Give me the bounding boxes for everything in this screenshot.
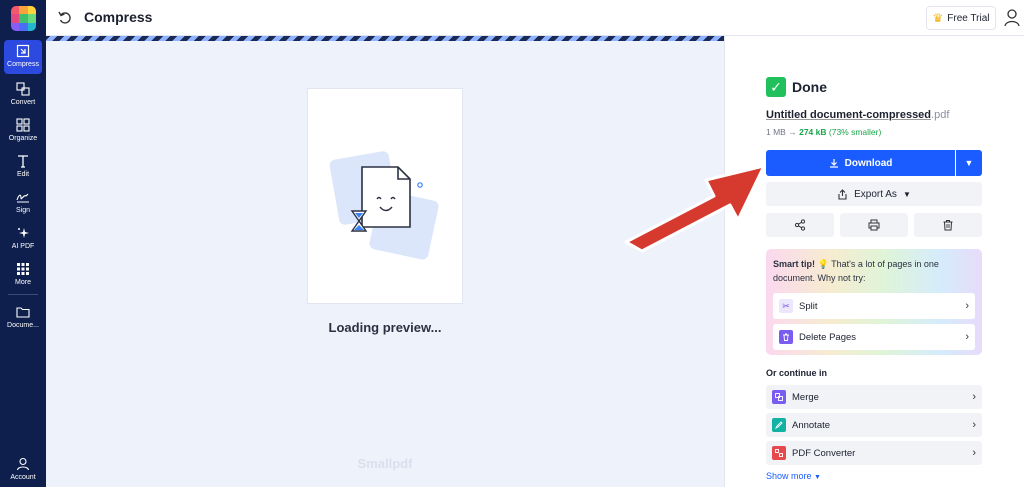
merge-label: Merge [792,391,819,403]
size-after: 274 kB [799,127,827,137]
scissors-icon: ✂ [779,299,793,313]
delete-pages-icon [779,330,793,344]
sidebar-item-label: Edit [16,171,30,178]
sidebar-item-label: More [15,279,31,286]
page-title: Compress [84,9,153,25]
pdf-converter-label: PDF Converter [792,447,856,459]
trash-icon [943,220,953,231]
share-export-icon [838,188,847,200]
result-panel: ✓ Done Untitled document-compressed.pdf … [724,36,1024,487]
compress-icon [16,44,30,58]
sidebar-item-label: AI PDF [11,243,35,250]
annotate-button[interactable]: Annotate › [766,413,982,437]
annotate-icon [772,418,786,432]
sign-icon [16,193,29,203]
share-button[interactable] [766,213,834,237]
sidebar-item-convert[interactable]: Convert [4,78,42,112]
sidebar-item-label: Docume... [7,322,39,329]
delete-pages-button[interactable]: Delete Pages › [773,324,975,350]
user-icon[interactable] [1002,7,1022,29]
file-size-summary: 1 MB → 274 kB (73% smaller) [766,127,881,137]
smart-tip-text: Smart tip! 💡 That's a lot of pages in on… [773,257,978,285]
download-icon [829,159,838,168]
convert-icon [16,82,30,96]
chevron-right-icon: › [972,447,976,459]
organize-icon [16,118,30,132]
caret-down-icon: ▼ [814,474,821,481]
chevron-right-icon: › [965,300,969,312]
file-name-text: Untitled document-compressed [766,109,932,121]
loading-document-illustration [329,151,439,260]
split-label: Split [799,300,818,312]
lightbulb-icon: 💡 [817,259,829,269]
app-logo[interactable] [11,6,36,31]
chevron-right-icon: › [965,331,969,343]
free-trial-button[interactable]: ♛ Free Trial [926,6,996,30]
split-button[interactable]: ✂ Split › [773,293,975,319]
smart-tip-box: Smart tip! 💡 That's a lot of pages in on… [766,249,982,355]
crown-icon: ♛ [932,11,944,25]
sidebar-item-compress[interactable]: Compress [4,40,42,74]
pdf-converter-button[interactable]: PDF Converter › [766,441,982,465]
merge-icon [772,390,786,404]
pdf-converter-icon [772,446,786,460]
check-icon: ✓ [766,77,786,97]
arrow-right-icon: → [788,127,797,137]
folder-icon [16,307,30,318]
export-as-button[interactable]: Export As ▼ [766,182,982,206]
watermark-logo: Smallpdf [357,456,413,471]
merge-button[interactable]: Merge › [766,385,982,409]
chevron-down-icon: ▼ [964,158,974,168]
sidebar-item-documents[interactable]: Docume... [4,301,42,335]
annotation-arrow [624,164,766,253]
sidebar-item-sign[interactable]: Sign [4,186,42,220]
undo-icon[interactable] [56,9,74,27]
sidebar-item-label: Account [10,474,36,481]
sidebar-item-label: Organize [8,135,38,142]
share-icon [794,219,806,231]
delete-button[interactable] [914,213,982,237]
loading-preview-text: Loading preview... [328,320,442,335]
sparkle-icon [18,228,29,238]
sidebar-item-account[interactable]: Account [4,453,42,487]
top-bar: Compress ♛ Free Trial [46,0,1024,36]
sidebar-item-label: Sign [15,207,30,214]
chevron-right-icon: › [972,391,976,403]
size-before: 1 MB [766,127,786,137]
progress-stripe [46,36,724,41]
grid-icon [17,263,29,275]
status-text: Done [792,79,827,95]
show-more-label: Show more [766,471,812,481]
sidebar: Compress Convert Organize Edit Sign AI P… [0,0,46,487]
edit-icon [18,155,28,168]
file-name[interactable]: Untitled document-compressed.pdf [766,109,949,121]
free-trial-label: Free Trial [947,12,990,24]
user-icon [16,457,30,471]
print-button[interactable] [840,213,908,237]
sidebar-divider [8,294,38,295]
chevron-right-icon: › [972,419,976,431]
smart-tip-title: Smart tip! [773,259,816,269]
show-more-link[interactable]: Show more ▼ [766,471,821,481]
printer-icon [868,219,880,231]
delete-pages-label: Delete Pages [799,331,857,343]
sidebar-item-ai-pdf[interactable]: AI PDF [4,222,42,256]
file-extension: .pdf [931,109,950,121]
preview-area: Loading preview... Smallpdf [46,36,724,487]
sidebar-item-edit[interactable]: Edit [4,150,42,184]
sidebar-item-label: Compress [7,61,39,68]
sidebar-item-label: Convert [10,99,36,106]
annotate-label: Annotate [792,419,831,431]
download-options-button[interactable]: ▼ [956,150,982,176]
size-saved: (73% smaller) [828,127,882,137]
download-label: Download [844,157,893,169]
document-preview-card [307,88,463,304]
continue-in-label: Or continue in [766,368,828,378]
export-as-label: Export As [854,188,897,200]
download-button[interactable]: Download [766,150,955,176]
sidebar-item-organize[interactable]: Organize [4,114,42,148]
sidebar-item-more[interactable]: More [4,258,42,292]
status-row: ✓ Done [766,77,827,97]
caret-down-icon: ▼ [902,189,911,199]
